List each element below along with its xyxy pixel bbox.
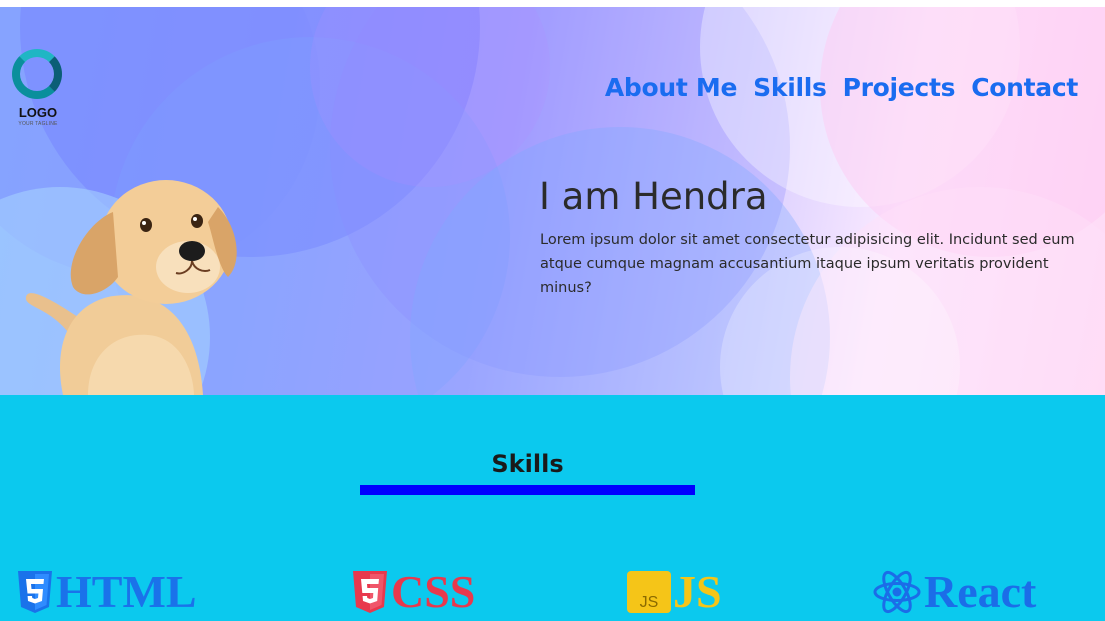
hero-section: LOGO YOUR TAGLINE About Me Skills Projec… — [0, 7, 1105, 395]
skill-label-js: JS — [673, 566, 722, 617]
html5-icon — [18, 571, 52, 613]
skills-underline — [360, 485, 695, 495]
main-nav: About Me Skills Projects Contact — [605, 73, 1078, 102]
skills-title: Skills — [491, 450, 564, 478]
logo[interactable]: LOGO YOUR TAGLINE — [10, 49, 66, 134]
hero-description: Lorem ipsum dolor sit amet consectetur a… — [540, 232, 1075, 296]
nav-about-me[interactable]: About Me — [605, 73, 738, 102]
skill-css: CSS — [351, 567, 475, 617]
css3-icon — [353, 571, 387, 613]
skill-html: HTML — [16, 567, 197, 617]
skill-label-css: CSS — [391, 566, 476, 617]
puppy-image — [25, 180, 237, 395]
react-icon — [873, 570, 921, 614]
skill-label-react: React — [924, 566, 1037, 617]
skill-react: React — [872, 567, 1036, 617]
nav-contact[interactable]: Contact — [971, 73, 1078, 102]
javascript-icon: JS — [627, 571, 671, 613]
logo-text: LOGO — [18, 105, 58, 120]
skill-label-html: HTML — [56, 566, 197, 617]
top-border — [0, 0, 1105, 7]
hero-title: I am Hendra — [539, 175, 768, 218]
logo-ring-icon — [12, 49, 62, 99]
nav-projects[interactable]: Projects — [843, 73, 956, 102]
skills-section: Skills HTML CSS JS JS React — [0, 395, 1105, 621]
skill-js: JS JS — [627, 567, 722, 617]
svg-text:JS: JS — [640, 594, 659, 611]
logo-tagline: YOUR TAGLINE — [18, 121, 58, 127]
nav-skills[interactable]: Skills — [753, 73, 827, 102]
